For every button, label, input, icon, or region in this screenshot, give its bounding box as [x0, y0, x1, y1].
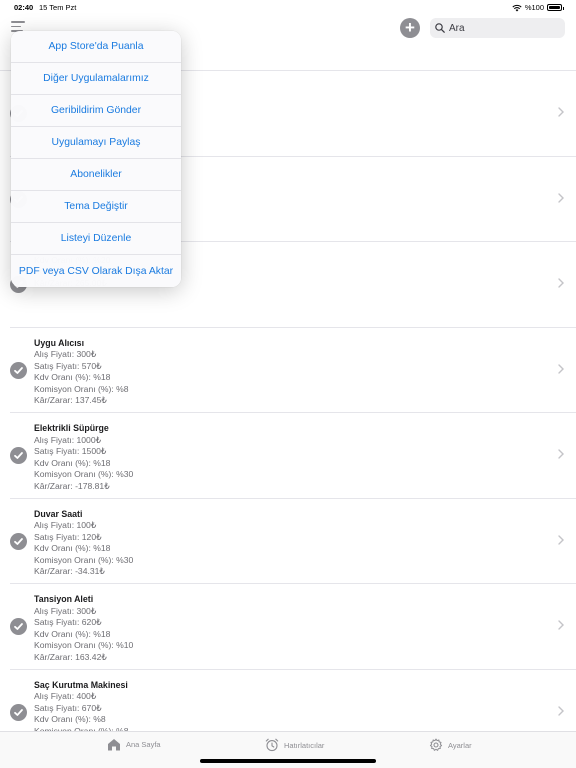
- menu-item-subscriptions[interactable]: Abonelikler: [11, 159, 181, 191]
- item-detail-line: Kâr/Zarar: -34.31₺: [34, 566, 105, 577]
- item-detail-line: Satış Fiyatı: 670₺: [34, 702, 102, 713]
- checkmark-icon[interactable]: [10, 447, 27, 464]
- tab-reminders[interactable]: Hatırlatıcılar: [265, 738, 324, 752]
- item-details: Tansiyon Aleti Alış Fiyatı: 300₺ Satış Fiy…: [34, 594, 133, 663]
- item-detail-line: Alış Fiyatı: 100₺: [34, 520, 97, 531]
- item-detail-line: Satış Fiyatı: 120₺: [34, 531, 102, 542]
- alarm-clock-icon: [265, 738, 279, 752]
- tab-settings-label: Ayarlar: [448, 740, 472, 750]
- item-detail-line: Kdv Oranı (%): %18: [34, 628, 111, 639]
- item-detail-line: Kdv Oranı (%): %18: [34, 457, 111, 468]
- chevron-right-icon: [558, 620, 564, 630]
- tab-home[interactable]: Ana Sayfa: [107, 738, 161, 751]
- menu-item-change-theme[interactable]: Tema Değiştir: [11, 191, 181, 223]
- item-title: Tansiyon Aleti: [34, 594, 94, 604]
- item-details: Saç Kurutma Makinesi Alış Fiyatı: 400₺ Sat…: [34, 680, 129, 738]
- list-item[interactable]: Tansiyon Aleti Alış Fiyatı: 300₺ Satış Fiy…: [10, 584, 576, 670]
- menu-item-share-app[interactable]: Uygulamayı Paylaş: [11, 127, 181, 159]
- wifi-icon: [512, 4, 522, 11]
- item-detail-line: Komisyon Oranı (%): %30: [34, 469, 134, 480]
- battery-icon: [547, 4, 564, 11]
- menu-item-rate-app[interactable]: App Store'da Puanla: [11, 31, 181, 63]
- tab-home-label: Ana Sayfa: [126, 740, 161, 749]
- status-time: 02:40: [14, 3, 34, 12]
- chevron-right-icon: [558, 705, 564, 716]
- home-icon: [108, 739, 120, 751]
- search-input[interactable]: [449, 22, 559, 34]
- status-bar: 02:40 15 Tem Pzt %100: [0, 0, 576, 14]
- chevron-right-icon: [558, 449, 564, 459]
- status-date: 15 Tem Pzt: [39, 3, 77, 12]
- item-detail-line: Kâr/Zarar: 137.45₺: [34, 395, 107, 406]
- item-title: Duvar Saati: [34, 508, 83, 519]
- item-detail-line: Satış Fiyatı: 620₺: [34, 617, 102, 628]
- checkmark-icon[interactable]: [10, 532, 27, 550]
- item-title: Elektrikli Süpürge: [34, 423, 109, 433]
- item-details: Elektrikli Süpürge Alış Fiyatı: 1000₺ Satı…: [34, 423, 133, 492]
- search-bar[interactable]: [430, 18, 565, 38]
- item-detail-line: Kdv Oranı (%): %8: [34, 714, 106, 725]
- checkmark-icon[interactable]: [10, 618, 27, 635]
- options-popup-menu: App Store'da Puanla Diğer Uygulamalarımı…: [11, 31, 181, 287]
- item-detail-line: Kdv Oranı (%): %18: [34, 372, 111, 383]
- list-item[interactable]: Duvar Saati Alış Fiyatı: 100₺ Satış Fiyatı…: [10, 499, 576, 584]
- list-item[interactable]: Elektrikli Süpürge Alış Fiyatı: 1000₺ Satı…: [10, 413, 576, 499]
- status-right: %100: [512, 3, 564, 12]
- chevron-right-icon: [558, 363, 564, 374]
- item-detail-line: Kâr/Zarar: -178.81₺: [34, 480, 110, 491]
- chevron-right-icon: [558, 192, 564, 203]
- item-detail-line: Komisyon Oranı (%): %30: [34, 554, 134, 565]
- item-detail-line: Alış Fiyatı: 300₺: [34, 605, 97, 616]
- item-detail-line: Komisyon Oranı (%): %8: [34, 383, 129, 394]
- item-detail-line: Satış Fiyatı: 1500₺: [34, 446, 107, 457]
- item-detail-line: Kdv Oranı (%): %18: [34, 543, 111, 554]
- chevron-right-icon: [558, 534, 564, 545]
- item-detail-line: Satış Fiyatı: 570₺: [34, 360, 102, 371]
- checkmark-icon[interactable]: [10, 703, 27, 721]
- item-details: Uygu Alıcısı Alış Fiyatı: 300₺ Satış Fiyat…: [34, 338, 129, 407]
- add-item-button[interactable]: +: [400, 18, 420, 38]
- menu-item-edit-list[interactable]: Listeyi Düzenle: [11, 223, 181, 255]
- item-detail-line: Alış Fiyatı: 300₺: [34, 349, 97, 360]
- menu-item-export-pdf-csv[interactable]: PDF veya CSV Olarak Dışa Aktar: [11, 255, 181, 287]
- item-detail-line: Komisyon Oranı (%): %10: [34, 640, 134, 651]
- item-title: Uygu Alıcısı: [34, 337, 85, 348]
- item-title: Saç Kurutma Makinesi: [34, 679, 128, 690]
- item-detail-line: Alış Fiyatı: 400₺: [34, 691, 97, 702]
- item-detail-line: Kâr/Zarar: 163.42₺: [34, 651, 107, 662]
- gear-icon: [429, 738, 443, 751]
- list-item[interactable]: Uygu Alıcısı Alış Fiyatı: 300₺ Satış Fiyat…: [10, 328, 576, 413]
- tab-reminders-label: Hatırlatıcılar: [284, 740, 325, 750]
- chevron-right-icon: [558, 278, 564, 288]
- chevron-right-icon: [558, 107, 564, 117]
- item-details: Duvar Saati Alış Fiyatı: 100₺ Satış Fiyatı…: [34, 509, 133, 578]
- battery-percent: %100: [524, 3, 544, 12]
- checkmark-icon[interactable]: [10, 361, 27, 379]
- home-indicator: [200, 759, 376, 763]
- menu-item-send-feedback[interactable]: Geribildirim Gönder: [11, 95, 181, 127]
- tab-settings[interactable]: Ayarlar: [429, 738, 472, 752]
- menu-item-other-apps[interactable]: Diğer Uygulamalarımız: [11, 63, 181, 95]
- search-icon: [435, 23, 445, 33]
- item-detail-line: Alış Fiyatı: 1000₺: [34, 434, 102, 445]
